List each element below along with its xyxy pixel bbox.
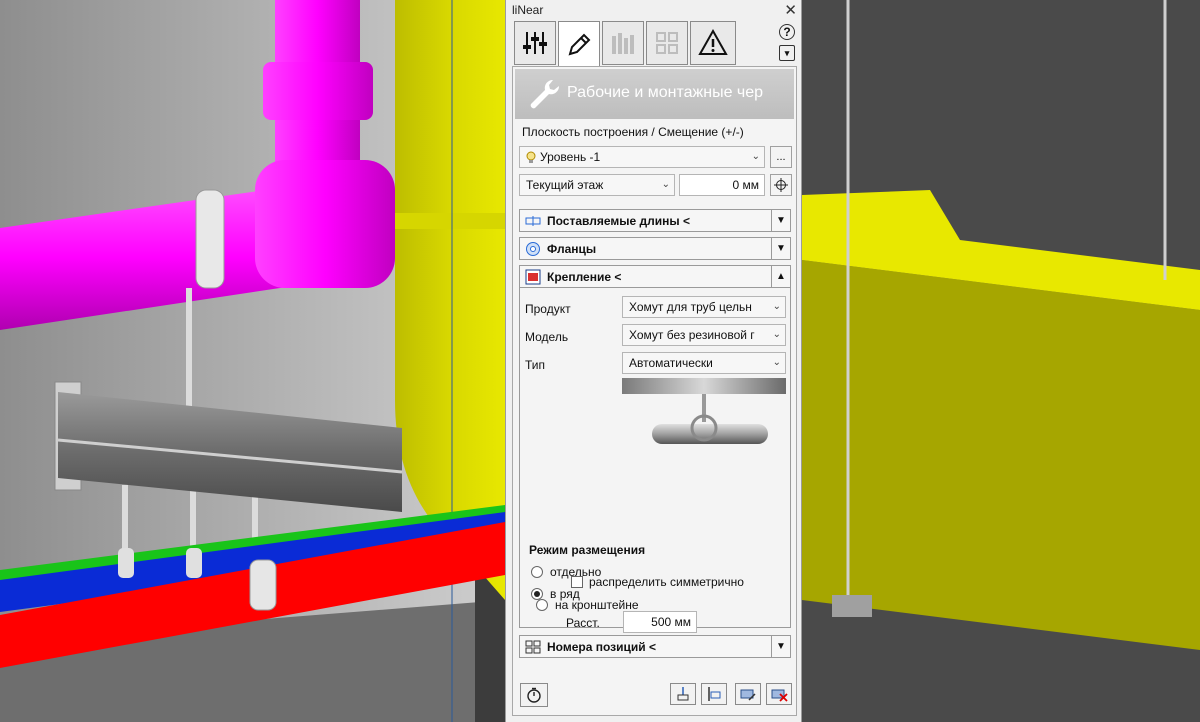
section-fixing[interactable]: Крепление < ▲ bbox=[519, 265, 791, 288]
clamp-preview-image bbox=[622, 378, 786, 444]
section-title: Номера позиций < bbox=[547, 640, 656, 654]
section-flanges[interactable]: Фланцы ▼ bbox=[519, 237, 791, 260]
pipe-clamp bbox=[195, 189, 225, 289]
chevron-down-icon[interactable]: ▼ bbox=[771, 210, 790, 231]
section-position-numbers[interactable]: Номера позиций < ▼ bbox=[519, 635, 791, 658]
bracket-icon bbox=[708, 687, 721, 701]
chevron-down-icon: ⌄ bbox=[772, 329, 781, 340]
panel-titlebar: liNear ✕ bbox=[506, 0, 801, 20]
section-title: Крепление < bbox=[547, 270, 622, 284]
section-title: Поставляемые длины < bbox=[547, 214, 690, 228]
place-bracket-button[interactable] bbox=[701, 683, 727, 705]
chevron-up-icon[interactable]: ▲ bbox=[771, 266, 790, 287]
menu-dropdown-icon[interactable]: ▾ bbox=[779, 45, 795, 61]
section-supplied-lengths[interactable]: Поставляемые длины < ▼ bbox=[519, 209, 791, 232]
plane-label: Плоскость построения / Смещение (+/-) bbox=[522, 125, 744, 139]
radio-on-bracket-label: на кронштейне bbox=[555, 598, 639, 612]
distance-label: Расст. bbox=[566, 616, 600, 630]
fixing-icon bbox=[525, 269, 541, 285]
panel-title: liNear bbox=[512, 3, 544, 17]
lightbulb-icon bbox=[526, 151, 536, 163]
level-select[interactable]: Уровень -1 ⌄ bbox=[519, 146, 765, 168]
position-numbers-icon bbox=[525, 640, 541, 654]
symmetric-label: распределить симметрично bbox=[589, 575, 744, 589]
offset-input[interactable]: 0 мм bbox=[679, 174, 765, 196]
warning-icon bbox=[698, 28, 728, 55]
tab-bar bbox=[514, 21, 776, 67]
edit-fixing-button[interactable] bbox=[735, 683, 761, 705]
place-hanger-button[interactable] bbox=[670, 683, 696, 705]
model-value: Хомут без резиновой г bbox=[629, 328, 755, 342]
settings-sliders-icon bbox=[523, 32, 547, 54]
pipe-clamp bbox=[118, 548, 134, 578]
placement-title: Режим размещения bbox=[529, 543, 646, 557]
lengths-icon bbox=[525, 216, 541, 226]
section-title: Фланцы bbox=[547, 242, 597, 256]
product-label: Продукт bbox=[525, 302, 571, 316]
timer-icon bbox=[527, 687, 541, 703]
model-select[interactable]: Хомут без резиновой г ⌄ bbox=[622, 324, 786, 346]
bar-chart-icon bbox=[612, 33, 634, 54]
banner-title: Рабочие и монтажные чер bbox=[567, 84, 764, 101]
radio-on-bracket[interactable] bbox=[536, 599, 548, 611]
flange-icon bbox=[526, 242, 540, 256]
more-button[interactable]: ... bbox=[770, 146, 792, 168]
tab-draw[interactable] bbox=[558, 21, 600, 67]
level-value: Уровень -1 bbox=[540, 150, 601, 164]
pipe-clamp bbox=[249, 559, 277, 611]
help-icon[interactable]: ? bbox=[779, 24, 795, 40]
radio-separate[interactable] bbox=[531, 566, 543, 578]
chevron-down-icon: ⌄ bbox=[661, 179, 670, 190]
delete-fixing-button[interactable] bbox=[766, 683, 792, 705]
chevron-down-icon[interactable]: ▼ bbox=[771, 636, 790, 657]
product-select[interactable]: Хомут для труб цельн ⌄ bbox=[622, 296, 786, 318]
pick-point-button[interactable] bbox=[770, 174, 792, 196]
pipe-delete-icon bbox=[771, 689, 788, 702]
type-value: Автоматически bbox=[629, 356, 713, 370]
yellow-duct-face bbox=[802, 260, 1200, 650]
magenta-socket bbox=[263, 62, 373, 120]
model-label: Модель bbox=[525, 330, 569, 344]
chevron-down-icon[interactable]: ▼ bbox=[771, 238, 790, 259]
panel-content: Рабочие и монтажные чер Плоскость постро… bbox=[512, 66, 797, 716]
grid-icon bbox=[656, 32, 678, 54]
linear-panel: liNear ✕ ? ▾ Рабочие и монтажные чер Пло… bbox=[505, 0, 802, 722]
hanger-icon bbox=[677, 687, 689, 701]
crosshair-icon bbox=[774, 178, 788, 192]
chevron-down-icon: ⌄ bbox=[772, 357, 781, 368]
close-icon[interactable]: ✕ bbox=[784, 1, 797, 19]
chevron-down-icon: ⌄ bbox=[751, 151, 760, 162]
refresh-button[interactable] bbox=[520, 683, 548, 707]
tab-statistics[interactable] bbox=[602, 21, 644, 65]
distance-input[interactable]: 500 мм bbox=[623, 611, 697, 633]
chevron-down-icon: ⌄ bbox=[772, 301, 781, 312]
type-select[interactable]: Автоматически ⌄ bbox=[622, 352, 786, 374]
type-label: Тип bbox=[525, 358, 546, 372]
banner: Рабочие и монтажные чер bbox=[515, 69, 794, 119]
tab-layout[interactable] bbox=[646, 21, 688, 65]
tab-warnings[interactable] bbox=[690, 21, 736, 65]
symmetric-checkbox[interactable] bbox=[571, 576, 583, 588]
pipe-clamp bbox=[186, 548, 202, 578]
product-value: Хомут для труб цельн bbox=[629, 300, 752, 314]
floor-value: Текущий этаж bbox=[526, 178, 604, 192]
clamp-base bbox=[832, 595, 872, 617]
pipe-edit-icon bbox=[740, 689, 756, 701]
wrench-icon bbox=[530, 79, 560, 109]
pencil-icon bbox=[568, 33, 591, 55]
hanger-rod bbox=[186, 288, 192, 418]
tab-settings[interactable] bbox=[514, 21, 556, 65]
floor-select[interactable]: Текущий этаж ⌄ bbox=[519, 174, 675, 196]
magenta-elbow bbox=[255, 160, 395, 288]
